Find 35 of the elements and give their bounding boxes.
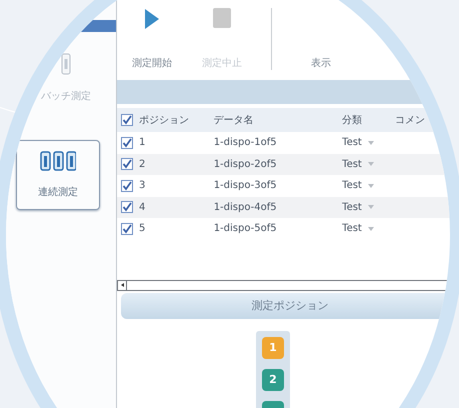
table-cell: 1-dispo-5of5 (210, 218, 318, 240)
checkbox[interactable] (121, 136, 133, 149)
table-cell: Test (342, 158, 362, 170)
table-cell: 5 (139, 223, 146, 234)
sidebar-tab-bar (80, 20, 116, 32)
table-cell: Test (342, 137, 362, 148)
play-icon (144, 8, 160, 30)
checkbox[interactable] (121, 114, 133, 126)
table-cell: Test (342, 202, 362, 213)
column-header: ポジション (139, 114, 189, 127)
table-cell: 4 (139, 202, 146, 213)
sidebar-item[interactable]: 連続測定 (16, 140, 100, 210)
vial-icon (61, 53, 71, 75)
position-button[interactable]: 1 (262, 336, 284, 358)
position-button[interactable]: 2 (262, 368, 284, 390)
table-cell: 2 (139, 158, 146, 170)
checkbox[interactable] (121, 201, 133, 214)
table-cell: Test (342, 180, 362, 192)
scroll-left-icon[interactable] (120, 283, 124, 287)
column-header: 分類 (318, 108, 391, 132)
toolbar-button[interactable]: 測定開始 (117, 0, 187, 78)
table-cell: Test (342, 223, 362, 234)
column-header: データ名 (210, 108, 318, 132)
vials-icon (40, 151, 76, 171)
table-cell: 1-dispo-2of5 (210, 154, 318, 175)
table-cell: 1-dispo-1of5 (210, 132, 318, 154)
toolbar-button[interactable]: 表示 (286, 0, 356, 78)
table-cell: 3 (139, 180, 146, 192)
table-cell: 1 (139, 137, 146, 148)
checkbox[interactable] (121, 180, 133, 192)
table-cell: 1-dispo-4of5 (210, 196, 318, 218)
table-cell: 1-dispo-3of5 (210, 175, 318, 196)
checkbox[interactable] (121, 222, 133, 235)
checkbox[interactable] (121, 158, 133, 170)
stop-icon (213, 8, 231, 28)
